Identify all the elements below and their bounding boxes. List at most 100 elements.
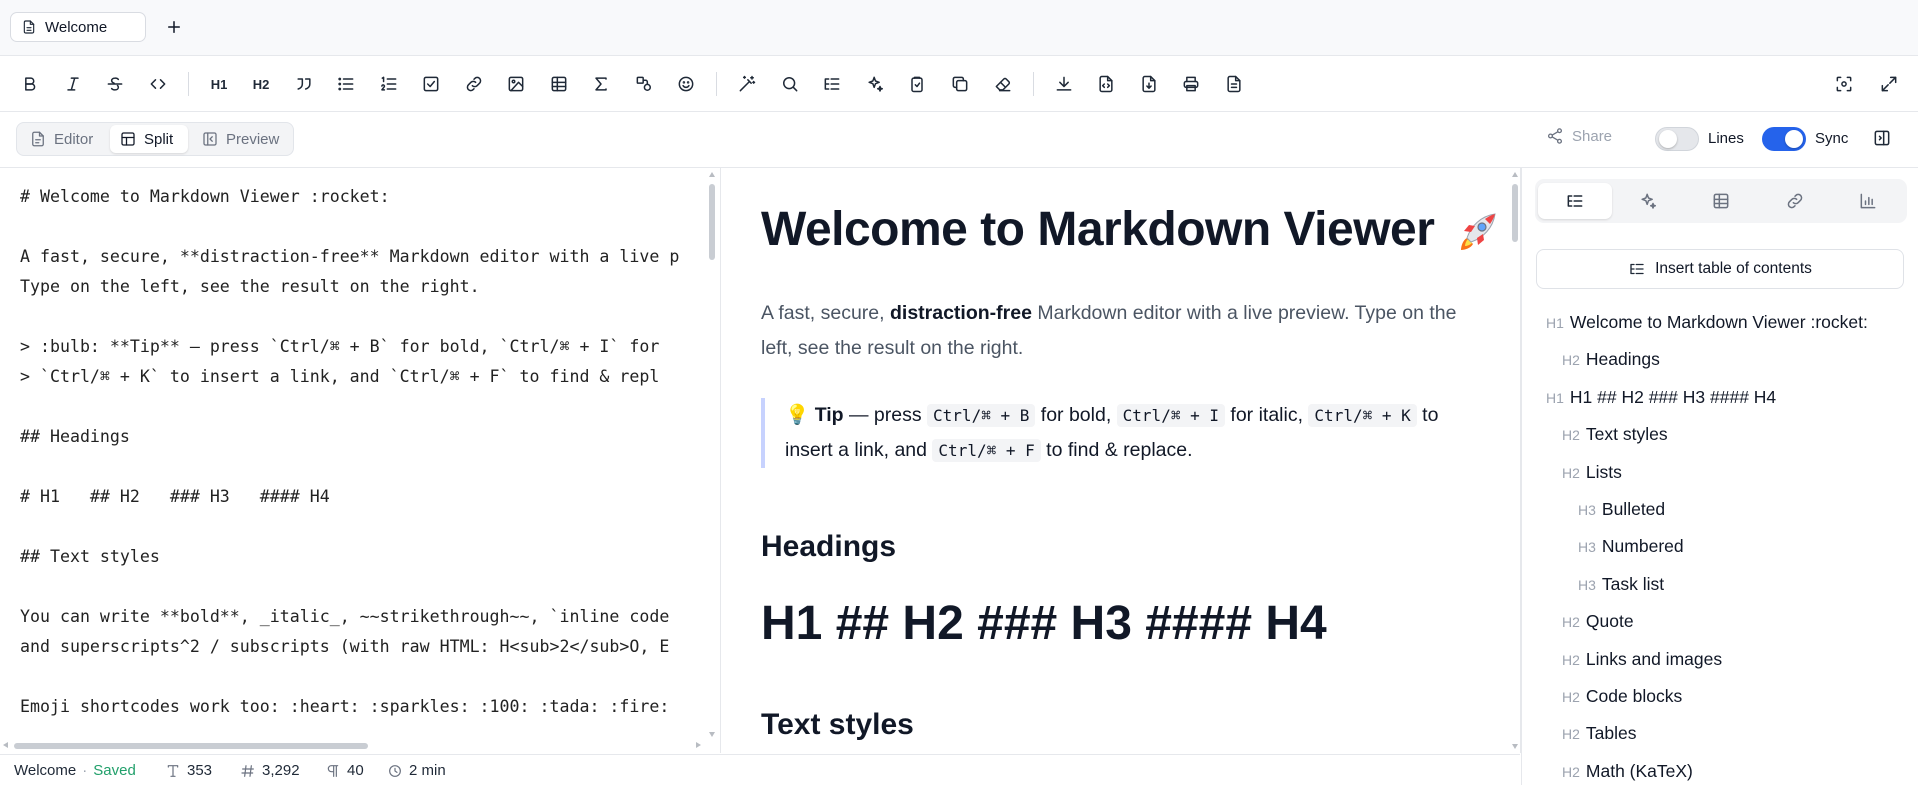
outline-item[interactable]: H2 Links and images [1562,649,1722,670]
emoji-button[interactable] [672,70,700,98]
strikethrough-icon [107,77,123,91]
editor-line[interactable]: ## Text styles [20,542,708,572]
editor-line[interactable] [20,212,708,242]
editor-line[interactable]: A fast, secure, **distraction-free** Mar… [20,242,708,272]
tab-tables[interactable] [1684,183,1758,219]
strikethrough-button[interactable] [101,70,129,98]
scroll-up-arrow-icon[interactable] [709,172,715,177]
preview-vertical-scrollbar[interactable] [1512,184,1518,242]
tip-text: to find & replace. [1040,439,1193,461]
scroll-down-arrow-icon[interactable] [709,732,715,737]
link-button[interactable] [460,70,488,98]
editor-line[interactable] [20,572,708,602]
outline-item[interactable]: H3 Numbered [1578,536,1684,557]
tab-ai[interactable] [1611,183,1685,219]
image-button[interactable] [502,70,530,98]
outline-item[interactable]: H2 Quote [1562,611,1634,632]
paste-button[interactable] [903,70,931,98]
table-button[interactable] [545,70,573,98]
heading1-button[interactable]: H1 [205,70,233,98]
fullscreen-button[interactable] [1875,70,1903,98]
bold-button[interactable] [16,70,44,98]
panel-right-icon [1874,130,1890,146]
scroll-up-arrow-icon[interactable] [1512,172,1518,177]
scroll-right-arrow-icon[interactable] [696,742,701,748]
format-document-button[interactable] [733,70,761,98]
new-tab-button[interactable] [162,15,186,39]
outline-item[interactable]: H2 Lists [1562,462,1622,483]
focus-mode-button[interactable] [1830,70,1858,98]
outline-item[interactable]: H1 H1 ## H2 ### H3 #### H4 [1546,387,1776,408]
print-button[interactable] [1177,70,1205,98]
italic-button[interactable] [59,70,87,98]
editor-line[interactable]: Type on the left, see the result on the … [20,272,708,302]
editor-line[interactable]: # H1 ## H2 ### H3 #### H4 [20,482,708,512]
editor-vertical-scrollbar[interactable] [709,184,715,260]
editor-line[interactable]: ## Headings [20,422,708,452]
outline-item[interactable]: H2 Tables [1562,723,1637,744]
editor-mode-button[interactable]: Editor [20,125,107,153]
editor-line[interactable]: Emoji shortcodes work too: :heart: :spar… [20,692,708,722]
scroll-down-arrow-icon[interactable] [1512,744,1518,749]
markdown-editor[interactable]: # Welcome to Markdown Viewer :rocket: A f… [0,168,721,753]
lines-toggle[interactable] [1655,127,1699,151]
outline-item[interactable]: H1 Welcome to Markdown Viewer :rocket: [1546,312,1868,333]
outline-item[interactable]: H2 Math (KaTeX) [1562,761,1693,782]
toggle-knob [1659,130,1677,148]
diagram-button[interactable] [630,70,658,98]
toolbar-separator [1033,72,1034,96]
task-list-button[interactable] [417,70,445,98]
outline-level-badge: H3 [1578,502,1596,518]
bullet-list-button[interactable] [332,70,360,98]
toc-button[interactable] [818,70,846,98]
plus-icon [168,21,180,33]
document-tab-welcome[interactable]: Welcome [10,12,146,42]
editor-line[interactable] [20,452,708,482]
clear-button[interactable] [989,70,1017,98]
share-button[interactable]: Share [1546,127,1612,145]
outline-item[interactable]: H3 Task list [1578,574,1664,595]
tab-stats[interactable] [1831,183,1905,219]
toggle-side-panel-button[interactable] [1872,128,1892,148]
code-button[interactable] [144,70,172,98]
outline-item[interactable]: H3 Bulleted [1578,499,1665,520]
outline-item[interactable]: H2 Code blocks [1562,686,1682,707]
editor-line[interactable]: > :bulb: **Tip** — press `Ctrl/⌘ + B` fo… [20,332,708,362]
preview-mode-button[interactable]: Preview [192,125,290,153]
ai-assist-button[interactable] [861,70,889,98]
scroll-left-arrow-icon[interactable] [3,742,8,748]
heading2-button[interactable]: H2 [247,70,275,98]
numbered-list-button[interactable] [375,70,403,98]
export-html-button[interactable] [1092,70,1120,98]
editor-line[interactable] [20,392,708,422]
download-icon [1056,76,1072,91]
tab-links[interactable] [1758,183,1832,219]
editor-line[interactable] [20,512,708,542]
rocket-icon [1453,208,1501,256]
editor-line[interactable]: and superscripts^2 / subscripts (with ra… [20,632,708,662]
export-pdf-button[interactable] [1220,70,1248,98]
insert-toc-button[interactable]: Insert table of contents [1536,249,1904,289]
editor-horizontal-scrollbar[interactable] [14,743,368,749]
outline-item-label: Quote [1585,611,1634,632]
tab-outline[interactable] [1538,183,1612,219]
editor-line[interactable] [20,302,708,332]
export-file-button[interactable] [1135,70,1163,98]
editor-line[interactable]: You can write **bold**, _italic_, ~~stri… [20,602,708,632]
editor-line[interactable]: > `Ctrl/⌘ + K` to insert a link, and `Ct… [20,362,708,392]
download-button[interactable] [1050,70,1078,98]
sync-toggle[interactable] [1762,127,1806,151]
copy-button[interactable] [946,70,974,98]
editor-line[interactable] [20,662,708,692]
split-mode-button[interactable]: Split [110,125,188,153]
quote-button[interactable] [290,70,318,98]
markdown-preview: Welcome to Markdown Viewer A fast, secur… [721,168,1521,753]
editor-line[interactable]: # Welcome to Markdown Viewer :rocket: [20,182,708,212]
find-button[interactable] [776,70,804,98]
outline-item[interactable]: H2 Headings [1562,349,1660,370]
outline-item[interactable]: H2 Text styles [1562,424,1668,445]
editor-text[interactable]: # Welcome to Markdown Viewer :rocket: A f… [20,182,708,722]
status-document: Welcome · Saved [14,762,136,779]
math-button[interactable] [587,70,615,98]
image-icon [508,76,524,92]
